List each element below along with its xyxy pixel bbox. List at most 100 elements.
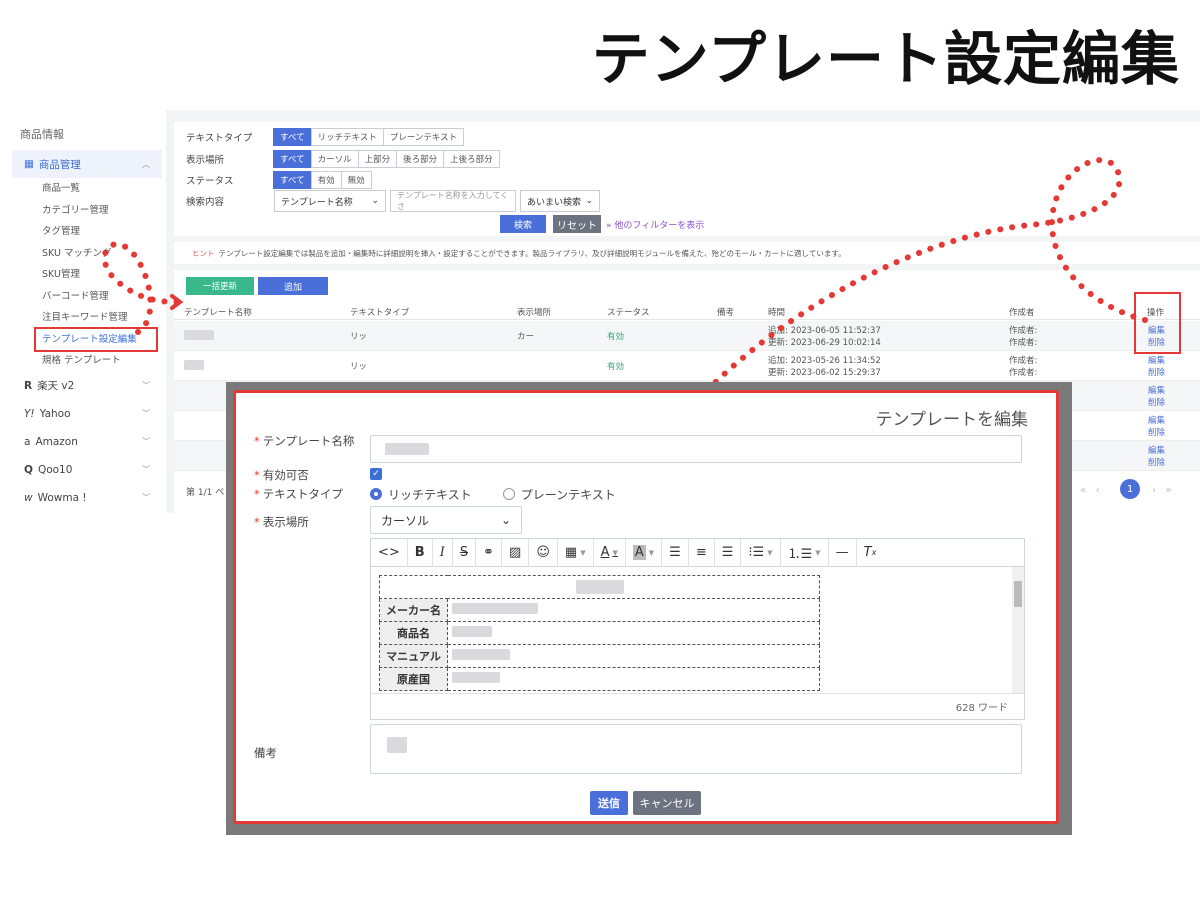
pager-prev-icon[interactable]: « ‹ [1080,485,1100,496]
search-field-select[interactable]: テンプレート名称 ⌄ [274,190,386,212]
strikethrough-icon[interactable]: S [453,538,477,567]
segment-option[interactable]: 上部分 [357,150,398,168]
sidebar-item-template-settings[interactable]: テンプレート設定編集 [34,326,158,352]
segment-option[interactable]: プレーンテキスト [382,128,465,146]
search-input[interactable]: テンプレート名称を入力してくさ [390,190,516,212]
segment-option[interactable]: すべて [273,171,312,189]
numbered-list-icon[interactable]: ⒈☰ ▼ [781,538,829,567]
add-button[interactable]: 追加 [258,277,328,295]
segment-option[interactable]: 有効 [310,171,342,189]
filter-label-text-type: テキストタイプ [186,133,253,144]
clear-format-icon[interactable]: Tx [857,539,884,567]
edit-link[interactable]: 編集 [1148,414,1165,426]
radio-plain-text[interactable]: プレーンテキスト [502,486,616,503]
editor-scrollbar[interactable] [1012,567,1024,694]
cell-time-updated: 更新: 2023-06-29 10:02:14 [768,338,881,348]
italic-icon[interactable]: I [433,538,453,567]
sidebar-item[interactable]: カテゴリー管理 [12,200,162,222]
bullet-list-icon[interactable]: ⁝☰ ▼ [741,538,781,567]
word-count: 628 ワード [371,693,1024,719]
redacted-name [184,330,214,340]
grid-icon: ▦ [24,158,34,170]
table-row[interactable]: リッ 有効 追加: 2023-05-26 11:34:52 更新: 2023-0… [174,351,1200,381]
delete-link[interactable]: 削除 [1148,366,1165,378]
modal-title: テンプレートを編集 [875,410,1029,430]
sidebar-group-product-management[interactable]: ▦ 商品管理 ︿ [12,150,162,178]
link-icon[interactable]: ⚭ [476,538,503,567]
horizontal-rule-icon[interactable]: — [829,538,857,567]
pager-next-icon[interactable]: › » [1152,485,1172,496]
sidebar-item[interactable]: 商品一覧 [12,178,162,200]
redacted-value [575,580,624,594]
edit-link[interactable]: 編集 [1148,444,1165,456]
segment-option[interactable]: 無効 [340,171,372,189]
editor-toolbar: <> B I S ⚭ ▨ ☺ ▦ ▼ A ▼ A ▼ ☰ ≡ ☰ ⁝☰ ▼ ⒈☰ ▼ — … [371,538,1024,567]
radio-rich-text[interactable]: リッチテキスト [370,486,472,503]
sidebar-group-wowma[interactable]: w Wowma ! ﹀ [12,484,162,512]
sidebar-group-amazon[interactable]: a Amazon ﹀ [12,428,162,456]
segment-option[interactable]: 上後ろ部分 [443,150,500,168]
delete-link[interactable]: 削除 [1148,426,1165,438]
chevron-down-icon: ⌄ [371,196,379,206]
sidebar: 商品情報 ▦ 商品管理 ︿ 商品一覧 カテゴリー管理 タグ管理 SKU マッチング… [12,118,162,513]
edit-link[interactable]: 編集 [1148,354,1165,366]
chevron-down-icon: ﹀ [142,437,150,446]
template-name-input[interactable] [370,435,1022,463]
bulk-update-button[interactable]: 一括更新 [186,277,254,295]
sidebar-item[interactable]: 規格 テンプレート [12,350,162,372]
sidebar-item[interactable]: タグ管理 [12,221,162,243]
align-right-icon[interactable]: ☰ [715,538,742,567]
redacted-value [452,672,500,683]
chevron-up-icon: ︿ [142,159,150,169]
cancel-button[interactable]: キャンセル [633,791,701,815]
table-row[interactable]: リッ カー 有効 追加: 2023-06-05 11:52:37 更新: 202… [174,321,1200,351]
column-header: ステータス [607,308,650,318]
search-mode-select[interactable]: あいまい検索 ⌄ [520,190,600,212]
segment-option[interactable]: すべて [273,150,312,168]
text-color-icon[interactable]: A ▼ [594,538,626,567]
edit-link[interactable]: 編集 [1148,384,1165,396]
table-icon[interactable]: ▦ ▼ [558,538,594,567]
reset-button[interactable]: リセット [553,215,601,233]
qoo10-icon: Q [24,463,33,476]
sidebar-item[interactable]: SKU管理 [12,264,162,286]
image-icon[interactable]: ▨ [502,538,530,567]
sidebar-group-rakuten[interactable]: R 楽天 v2 ﹀ [12,372,162,400]
submit-button[interactable]: 送信 [590,791,628,815]
segment-option[interactable]: 後ろ部分 [396,150,445,168]
content-table-value [447,644,820,668]
source-code-icon[interactable]: <> [371,538,408,567]
page-button-current[interactable]: 1 [1120,479,1140,499]
emoji-icon[interactable]: ☺ [529,538,558,567]
display-place-segment: すべて カーソル 上部分 後ろ部分 上後ろ部分 [273,150,500,168]
editor-content[interactable]: メーカー名 商品名 マニュアル 原産国 [371,567,1024,694]
background-color-icon[interactable]: A ▼ [626,538,663,567]
segment-option[interactable]: リッチテキスト [310,128,384,146]
more-filters-link[interactable]: » 他のフィルターを表示 [606,218,704,231]
align-left-icon[interactable]: ☰ [662,538,689,567]
segment-option[interactable]: カーソル [310,150,359,168]
place-select[interactable]: カーソル ⌄ [370,506,522,534]
cell-creator: 作成者: [1009,326,1038,336]
delete-link[interactable]: 削除 [1148,396,1165,408]
sidebar-group-qoo10[interactable]: Q Qoo10 ﹀ [12,456,162,484]
note-textarea[interactable] [370,724,1022,774]
content-table-label: 商品名 [379,621,448,645]
chevron-down-icon: ﹀ [142,381,150,390]
cell-updater: 作成者: [1009,338,1038,348]
bold-icon[interactable]: B [408,538,433,567]
sidebar-group-yahoo[interactable]: Y! Yahoo ﹀ [12,400,162,428]
sidebar-item[interactable]: バーコード管理 [12,286,162,308]
enabled-checkbox[interactable]: ✓ [370,468,382,480]
name-label: * テンプレート名称 [254,434,355,448]
delete-link[interactable]: 削除 [1148,456,1165,468]
cell-status: 有効 [607,362,625,372]
align-center-icon[interactable]: ≡ [689,538,715,567]
edit-template-modal: テンプレートを編集 * テンプレート名称 * 有効可否 ✓ * テキストタイプ リッチ… [233,390,1059,824]
sidebar-item[interactable]: 注目キーワード管理 [12,307,162,329]
sidebar-item[interactable]: SKU マッチング [12,243,162,265]
double-chevron-down-icon: » [606,221,612,231]
scrollbar-thumb[interactable] [1014,581,1022,607]
search-button[interactable]: 検索 [500,215,546,233]
segment-option[interactable]: すべて [273,128,312,146]
